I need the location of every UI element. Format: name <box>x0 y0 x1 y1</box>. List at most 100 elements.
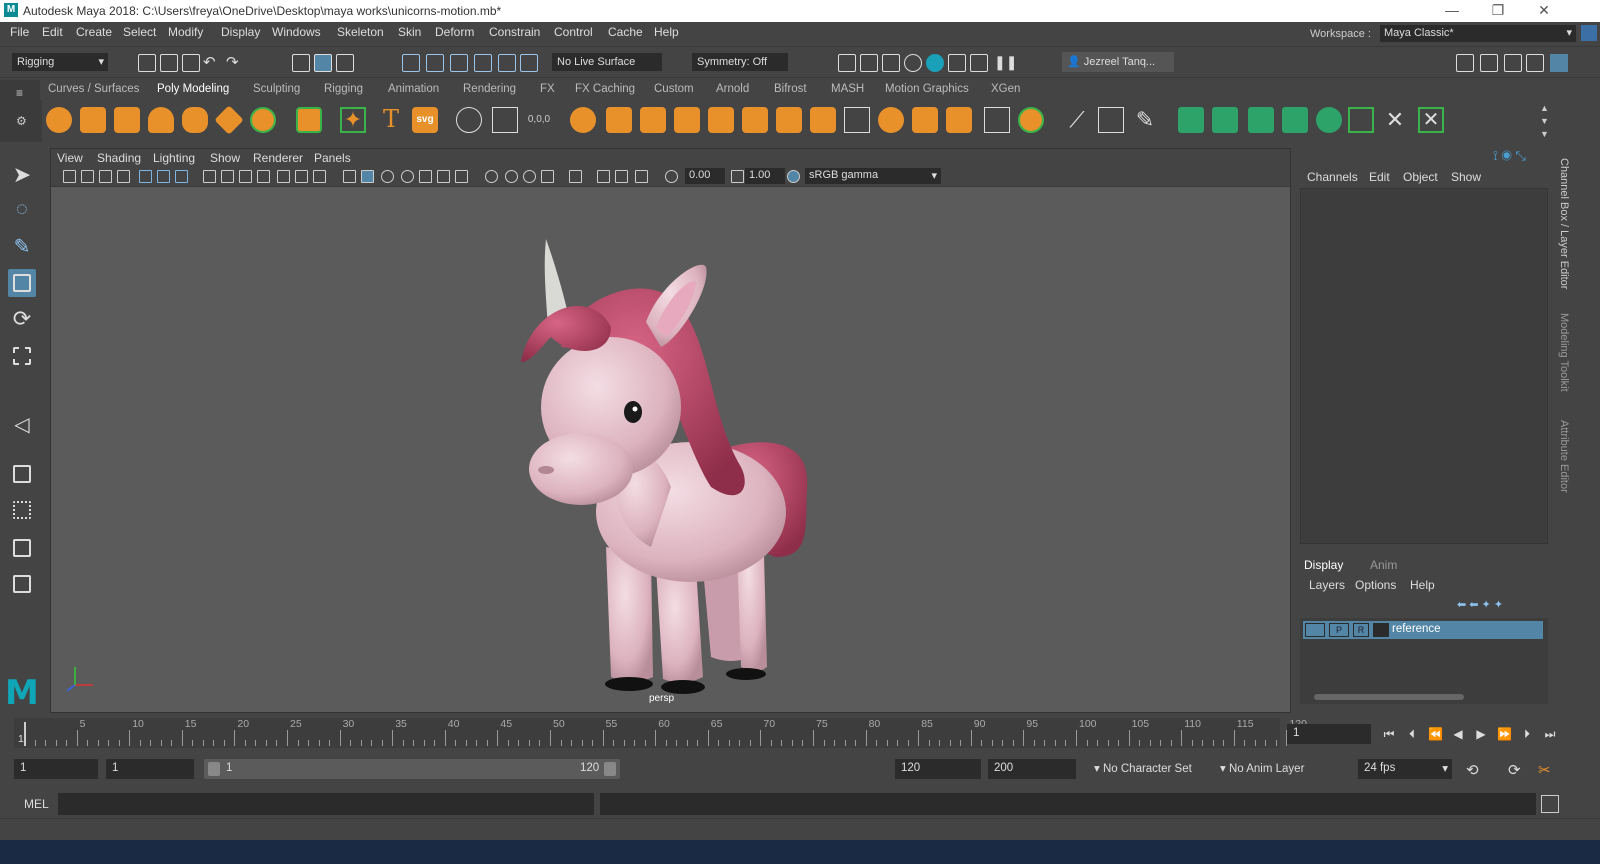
camera-attributes-icon[interactable] <box>81 170 94 183</box>
layer-row-reference[interactable]: P R reference <box>1303 621 1543 639</box>
snap-curve-icon[interactable] <box>426 54 444 72</box>
boolean-icon[interactable] <box>776 107 802 133</box>
poly-type-icon[interactable]: T <box>378 107 404 133</box>
gamma-field[interactable]: 1.00 <box>745 168 785 184</box>
safe-action-icon[interactable] <box>295 170 308 183</box>
default-material-icon[interactable] <box>381 170 394 183</box>
tab-display[interactable]: Display <box>1304 558 1343 572</box>
insert-edge-loop-icon[interactable] <box>984 107 1010 133</box>
symmetry-dropdown[interactable]: Symmetry: Off <box>692 53 788 71</box>
panel-float-icon[interactable]: ⟟ ◉ ⤡ <box>1493 148 1526 164</box>
vp-menu-show[interactable]: Show <box>210 151 240 165</box>
textured-icon[interactable] <box>419 170 432 183</box>
bevel-icon[interactable] <box>674 107 700 133</box>
cut-sew-uv-icon[interactable]: ✕ <box>1418 107 1444 133</box>
isolate-select-icon[interactable] <box>569 170 582 183</box>
select-camera-icon[interactable] <box>63 170 76 183</box>
close-icon[interactable]: ✕ <box>1529 2 1559 19</box>
tab-curves-surfaces[interactable]: Curves / Surfaces <box>48 83 139 95</box>
hypershade-icon[interactable] <box>948 54 966 72</box>
snap-point-icon[interactable] <box>450 54 468 72</box>
layer-display-type-toggle[interactable]: R <box>1353 623 1369 637</box>
tab-fx[interactable]: FX <box>540 83 555 95</box>
multi-cut-icon[interactable] <box>844 107 870 133</box>
wireframe-on-shaded-icon[interactable] <box>401 170 414 183</box>
go-to-start-icon[interactable]: ⏮ <box>1382 727 1396 741</box>
xray-components-icon[interactable] <box>635 170 648 183</box>
select-tool-icon[interactable]: ➤ <box>8 162 36 190</box>
menuset-dropdown[interactable]: Rigging ▾ <box>12 53 108 71</box>
tab-anim[interactable]: Anim <box>1370 558 1397 572</box>
animation-start-field[interactable]: 1 <box>14 759 98 779</box>
shelf-scroll-icon[interactable]: ▲ ▼ ▼ <box>1540 102 1549 141</box>
reduce-icon[interactable] <box>810 107 836 133</box>
loop-icon[interactable]: ⟲ <box>1466 761 1479 779</box>
shadows-icon[interactable] <box>455 170 468 183</box>
wireframe-icon[interactable] <box>343 170 356 183</box>
outliner-layout-icon[interactable] <box>8 570 36 598</box>
poly-torus-icon[interactable] <box>182 107 208 133</box>
layer-menu-layers[interactable]: Layers <box>1309 578 1345 592</box>
cut-uv-icon[interactable]: ✎ <box>1132 107 1158 133</box>
snap-projected-icon[interactable] <box>474 54 492 72</box>
range-end-handle[interactable] <box>604 762 616 776</box>
toggle-channel-box-icon[interactable] <box>1550 54 1568 72</box>
select-component-icon[interactable] <box>336 54 354 72</box>
auto-key-icon[interactable]: ⟳ <box>1508 761 1521 779</box>
playback-end-field[interactable]: 120 <box>895 759 981 779</box>
select-object-icon[interactable] <box>314 54 332 72</box>
vp-menu-shading[interactable]: Shading <box>97 151 141 165</box>
render-view-icon[interactable] <box>860 54 878 72</box>
xray-icon[interactable] <box>597 170 610 183</box>
viewport-canvas[interactable]: persp <box>51 187 1290 712</box>
cylindrical-map-icon[interactable] <box>1212 107 1238 133</box>
command-input[interactable] <box>58 793 594 815</box>
toggle-tool-settings-icon[interactable] <box>1526 54 1544 72</box>
range-slider[interactable]: 1 120 <box>204 759 620 779</box>
automatic-map-icon[interactable] <box>1282 107 1308 133</box>
menu-skeleton[interactable]: Skeleton <box>337 25 384 39</box>
poly-svg-icon[interactable]: svg <box>412 107 438 133</box>
single-pane-icon[interactable] <box>8 460 36 488</box>
fill-hole-icon[interactable] <box>708 107 734 133</box>
tab-poly-modeling[interactable]: Poly Modeling <box>157 83 229 95</box>
animation-end-field[interactable]: 200 <box>988 759 1076 779</box>
tab-arnold[interactable]: Arnold <box>716 83 749 95</box>
layer-menu-options[interactable]: Options <box>1355 578 1396 592</box>
open-scene-icon[interactable] <box>160 54 178 72</box>
anim-layer-dropdown[interactable]: ▾ No Anim Layer <box>1220 761 1304 775</box>
render-settings-icon[interactable] <box>838 54 856 72</box>
spherical-map-icon[interactable] <box>1248 107 1274 133</box>
play-forward-icon[interactable]: ▶ <box>1474 727 1488 741</box>
extrude-icon[interactable] <box>606 107 632 133</box>
snap-live-icon[interactable] <box>520 54 538 72</box>
cb-menu-channels[interactable]: Channels <box>1307 170 1358 184</box>
layer-move-icons[interactable]: ⬅ ⬅ ✦ ✦ <box>1457 598 1503 611</box>
separate-icon[interactable] <box>492 107 518 133</box>
tab-modeling-toolkit[interactable]: Modeling Toolkit <box>1554 313 1570 392</box>
super-shape-icon[interactable]: ✦ <box>340 107 366 133</box>
paint-select-icon[interactable]: ✎ <box>8 234 36 262</box>
grid-icon[interactable] <box>203 170 216 183</box>
current-frame-field[interactable]: 1 <box>1287 724 1371 744</box>
use-all-lights-icon[interactable] <box>437 170 450 183</box>
ipr-render-icon[interactable] <box>882 54 900 72</box>
color-management-icon[interactable] <box>787 170 800 183</box>
vp-menu-renderer[interactable]: Renderer <box>253 151 303 165</box>
tab-rigging[interactable]: Rigging <box>324 83 363 95</box>
select-hierarchy-icon[interactable] <box>292 54 310 72</box>
xray-joints-icon[interactable] <box>615 170 628 183</box>
resolution-gate-icon[interactable] <box>239 170 252 183</box>
tab-rendering[interactable]: Rendering <box>463 83 516 95</box>
side-by-side-pane-icon[interactable] <box>8 534 36 562</box>
edge-loop-icon[interactable] <box>946 107 972 133</box>
playback-start-field[interactable]: 1 <box>106 759 194 779</box>
menu-select[interactable]: Select <box>123 25 156 39</box>
menu-help[interactable]: Help <box>654 25 679 39</box>
restore-icon[interactable]: ❐ <box>1483 2 1513 19</box>
menu-skin[interactable]: Skin <box>398 25 421 39</box>
time-ruler[interactable]: 1 5 10 15 20 25 30 35 40 45 50 55 60 65 70 75 80 85 90 95 1… <box>14 718 1307 748</box>
shelf-settings-icon[interactable]: ⚙ <box>16 114 27 128</box>
gamma-icon[interactable] <box>731 170 744 183</box>
tab-motion-graphics[interactable]: Motion Graphics <box>885 83 969 95</box>
